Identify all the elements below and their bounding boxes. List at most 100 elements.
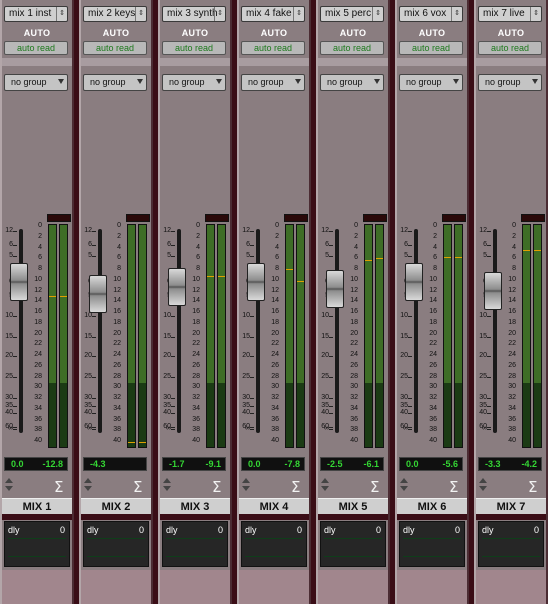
group-selector[interactable]: no group <box>320 74 384 91</box>
group-selector[interactable]: no group <box>241 74 305 91</box>
track-name-button[interactable]: mix 7 live ⇕ <box>478 6 542 22</box>
meter-scale-label: 12 <box>508 286 516 294</box>
clip-indicator[interactable] <box>284 214 308 222</box>
sigma-icon[interactable]: Σ <box>528 478 537 496</box>
meter-scale-label: 30 <box>113 383 121 391</box>
sigma-icon[interactable]: Σ <box>54 478 63 496</box>
fader-track[interactable] <box>256 229 260 433</box>
volume-readout[interactable]: -3.3 -4.2 <box>478 457 542 471</box>
volume-readout[interactable]: 0.0 -12.8 <box>4 457 68 471</box>
group-selector[interactable]: no group <box>83 74 147 91</box>
track-name: mix 4 fake <box>246 8 292 19</box>
clip-indicator[interactable] <box>442 214 466 222</box>
delay-display[interactable]: dly 0 <box>241 521 307 567</box>
track-name-menu-arrow-icon[interactable]: ⇕ <box>451 7 462 21</box>
track-name-button[interactable]: mix 4 fake ⇕ <box>241 6 305 22</box>
output-label-text: MIX 5 <box>338 501 368 513</box>
insert-divider <box>318 58 388 66</box>
volume-readout[interactable]: 0.0 -7.8 <box>241 457 305 471</box>
delay-display[interactable]: dly 0 <box>320 521 386 567</box>
chevron-down-icon <box>216 79 222 84</box>
volume-readout[interactable]: -1.7 -9.1 <box>162 457 226 471</box>
track-name-button[interactable]: mix 6 vox ⇕ <box>399 6 463 22</box>
fader-track[interactable] <box>98 229 102 433</box>
arrow-up-icon <box>5 478 13 483</box>
sigma-icon[interactable]: Σ <box>291 478 300 496</box>
automation-mode-button[interactable]: auto read <box>162 41 226 55</box>
delay-display[interactable]: dly 0 <box>83 521 149 567</box>
track-name-menu-arrow-icon[interactable]: ⇕ <box>214 7 225 21</box>
meter-peak-line <box>60 295 67 297</box>
up-down-arrows-icon[interactable] <box>83 478 93 494</box>
arrow-up-icon <box>479 478 487 483</box>
volume-fader[interactable] <box>89 275 107 314</box>
fader-scale-tick <box>329 377 333 378</box>
volume-value: -1.7 <box>169 459 185 469</box>
clip-indicator[interactable] <box>205 214 229 222</box>
clip-indicator[interactable] <box>126 214 150 222</box>
track-name-menu-arrow-icon[interactable]: ⇕ <box>56 7 67 21</box>
fader-track[interactable] <box>414 229 418 433</box>
track-name-menu-arrow-icon[interactable]: ⇕ <box>372 7 383 21</box>
fader-track[interactable] <box>19 229 23 433</box>
fader-scale-tick <box>250 356 254 357</box>
automation-mode-button[interactable]: auto read <box>4 41 68 55</box>
strip-separator <box>81 514 151 520</box>
track-name-button[interactable]: mix 1 inst ⇕ <box>4 6 68 22</box>
meter-scale-label: 18 <box>429 318 437 326</box>
volume-fader[interactable] <box>405 263 423 301</box>
group-selector[interactable]: no group <box>162 74 226 91</box>
volume-fader[interactable] <box>10 263 28 301</box>
fader-track[interactable] <box>177 229 181 433</box>
volume-fader[interactable] <box>168 267 186 306</box>
volume-fader[interactable] <box>484 272 502 311</box>
delay-rule <box>403 556 461 557</box>
track-name-menu-arrow-icon[interactable]: ⇕ <box>293 7 304 21</box>
automation-mode-button[interactable]: auto read <box>241 41 305 55</box>
automation-mode-button[interactable]: auto read <box>399 41 463 55</box>
up-down-arrows-icon[interactable] <box>399 478 409 494</box>
meter-scale: 0 2 4 6 8 10 12 14 16 18 20 22 24 26 28 30 32 34 36 38 40 <box>474 0 516 444</box>
track-name-button[interactable]: mix 5 perc ⇕ <box>320 6 384 22</box>
clip-indicator[interactable] <box>521 214 545 222</box>
automation-mode-button[interactable]: auto read <box>320 41 384 55</box>
fader-track[interactable] <box>493 229 497 433</box>
automation-mode-label: auto read <box>490 43 530 53</box>
volume-fader[interactable] <box>247 263 265 301</box>
volume-readout[interactable]: -2.5 -6.1 <box>320 457 384 471</box>
clip-indicator[interactable] <box>363 214 387 222</box>
track-name-menu-arrow-icon[interactable]: ⇕ <box>530 7 541 21</box>
delay-display[interactable]: dly 0 <box>162 521 228 567</box>
automation-mode-button[interactable]: auto read <box>83 41 147 55</box>
sigma-icon[interactable]: Σ <box>212 478 221 496</box>
group-selector[interactable]: no group <box>4 74 68 91</box>
delay-display[interactable]: dly 0 <box>478 521 544 567</box>
up-down-arrows-icon[interactable] <box>320 478 330 494</box>
track-name-button[interactable]: mix 3 synth ⇕ <box>162 6 226 22</box>
clip-indicator[interactable] <box>47 214 71 222</box>
fader-track[interactable] <box>335 229 339 433</box>
delay-display[interactable]: dly 0 <box>399 521 465 567</box>
up-down-arrows-icon[interactable] <box>478 478 488 494</box>
up-down-arrows-icon[interactable] <box>162 478 172 494</box>
up-down-arrows-icon[interactable] <box>241 478 251 494</box>
sigma-icon[interactable]: Σ <box>370 478 379 496</box>
up-down-arrows-icon[interactable] <box>4 478 14 494</box>
volume-readout[interactable]: -4.3 <box>83 457 147 471</box>
track-name-button[interactable]: mix 2 keys ⇕ <box>83 6 147 22</box>
fader-scale-tick <box>171 406 175 407</box>
fader-scale-tick <box>487 356 491 357</box>
volume-readout[interactable]: 0.0 -5.6 <box>399 457 463 471</box>
group-selector[interactable]: no group <box>478 74 542 91</box>
group-selector[interactable]: no group <box>399 74 463 91</box>
fader-scale-tick <box>487 316 491 317</box>
meter-peak-line <box>365 259 372 261</box>
delay-display[interactable]: dly 0 <box>4 521 70 567</box>
meter-scale-label: 22 <box>113 340 121 348</box>
sigma-icon[interactable]: Σ <box>133 478 142 496</box>
automation-mode-button[interactable]: auto read <box>478 41 542 55</box>
sigma-icon[interactable]: Σ <box>449 478 458 496</box>
volume-fader[interactable] <box>326 270 344 308</box>
fader-scale-tick <box>329 256 333 257</box>
track-name-menu-arrow-icon[interactable]: ⇕ <box>135 7 146 21</box>
